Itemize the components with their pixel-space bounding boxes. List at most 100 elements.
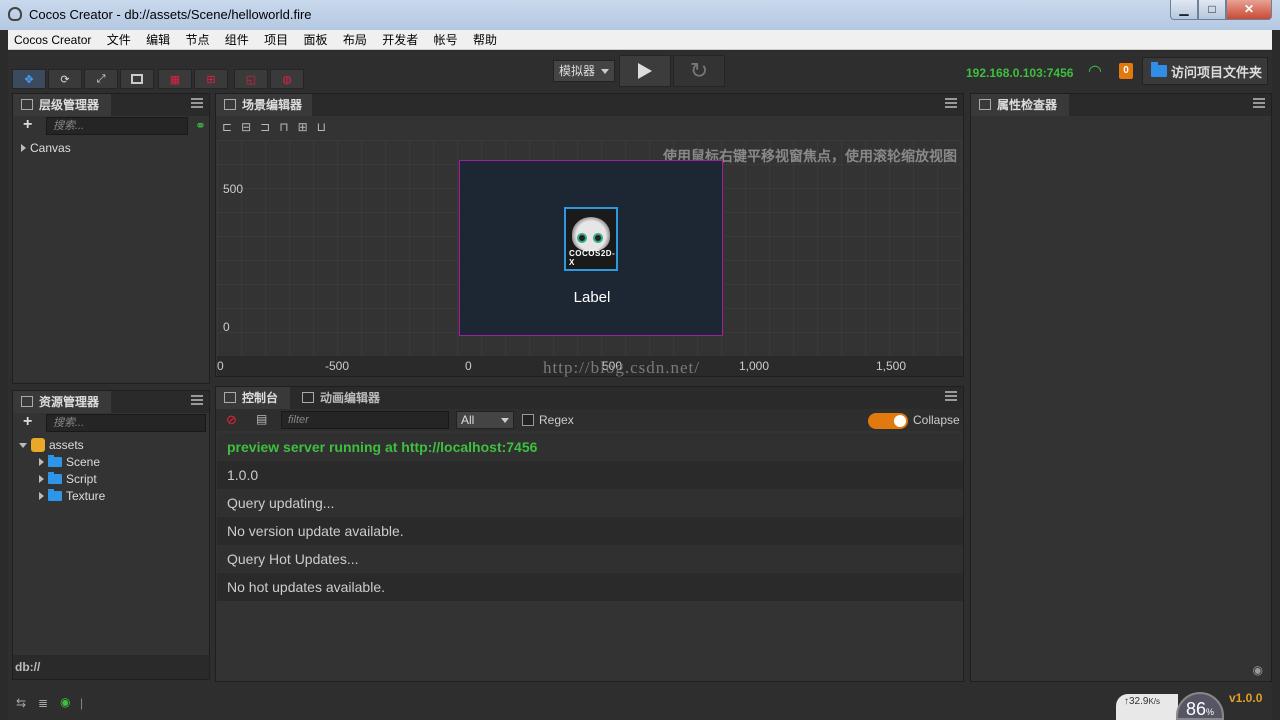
menu-layout[interactable]: 布局 — [337, 30, 373, 50]
chevron-down-icon — [601, 69, 609, 74]
move-tool-button[interactable]: ✥ — [12, 69, 46, 89]
space-tools: ◱ ◍ — [234, 69, 306, 89]
regex-label: Regex — [539, 413, 574, 427]
align-vcenter-icon[interactable]: ⊞ — [298, 120, 308, 134]
design-canvas[interactable]: COCOS2D-X Label — [459, 160, 723, 336]
x-tick-minus-500: -500 — [325, 359, 350, 373]
preview-play-button[interactable] — [619, 55, 671, 87]
database-icon[interactable]: ≣ — [38, 696, 48, 710]
global-space-button[interactable]: ◍ — [270, 69, 304, 89]
x-tick-0-left: 0 — [217, 359, 224, 373]
menu-edit[interactable]: 编辑 — [140, 30, 176, 50]
window-title: Cocos Creator - db://assets/Scene/hellow… — [29, 7, 312, 22]
align-right-icon[interactable]: ⊐ — [260, 120, 270, 134]
open-project-folder-button[interactable]: 访问项目文件夹 — [1142, 57, 1268, 85]
rect-tool-button[interactable] — [120, 69, 154, 89]
menu-cocos-creator[interactable]: Cocos Creator — [8, 30, 97, 50]
editor-main: ✥ ⟳ ⤢ ▦ ⊞ ◱ ◍ 模拟器 ↻ 192.168.0.103:7456 ◠… — [8, 51, 1272, 720]
upload-speed: 32.9 — [1129, 696, 1149, 707]
hierarchy-icon — [21, 99, 33, 110]
menu-component[interactable]: 组件 — [219, 30, 255, 50]
chevron-down-icon — [501, 418, 509, 423]
pivot-mode-button[interactable]: ▦ — [158, 69, 192, 89]
logo-text: COCOS2D-X — [569, 249, 616, 267]
log-level-select[interactable]: All — [456, 411, 514, 429]
menu-project[interactable]: 项目 — [258, 30, 294, 50]
platform-select[interactable]: 模拟器 — [553, 60, 615, 82]
regex-checkbox[interactable] — [522, 414, 534, 426]
tree-node-script[interactable]: Script — [39, 472, 97, 486]
x-tick-0: 0 — [465, 359, 472, 373]
panel-menu-icon[interactable] — [191, 98, 203, 108]
panel-menu-icon[interactable] — [945, 391, 957, 401]
collapse-icon[interactable] — [19, 442, 27, 448]
eye-icon[interactable]: ◉ — [1253, 663, 1263, 677]
watermark: http://blog.csdn.net/ — [543, 358, 700, 377]
refresh-button[interactable]: ↻ — [673, 55, 725, 87]
menu-file[interactable]: 文件 — [101, 30, 137, 50]
rotate-tool-button[interactable]: ⟳ — [48, 69, 82, 89]
console-filter-input[interactable]: filter — [281, 411, 449, 429]
hierarchy-search-input[interactable]: 搜索... — [46, 117, 188, 135]
panel-menu-icon[interactable] — [1253, 98, 1265, 108]
menu-node[interactable]: 节点 — [179, 30, 215, 50]
tree-node-canvas[interactable]: Canvas — [21, 141, 71, 155]
tree-node-label: Script — [66, 472, 97, 486]
console-line: No hot updates available. — [217, 573, 963, 601]
minimize-button[interactable]: ▁ — [1170, 0, 1198, 20]
pivot-icon: ▦ — [169, 73, 181, 86]
open-log-icon[interactable]: ▤ — [256, 412, 267, 426]
panel-menu-icon[interactable] — [945, 98, 957, 108]
expand-icon[interactable] — [39, 492, 44, 500]
menu-help[interactable]: 帮助 — [467, 30, 503, 50]
rotate-icon: ⟳ — [60, 73, 70, 86]
scale-tool-button[interactable]: ⤢ — [84, 69, 118, 89]
scene-viewport[interactable]: 使用鼠标右键平移视窗焦点，使用滚轮缩放视图 500 0 COCOS2D-X La… — [217, 140, 963, 356]
tab-animation[interactable]: 动画编辑器 — [294, 387, 394, 409]
align-hcenter-icon[interactable]: ⊟ — [241, 120, 251, 134]
tab-console[interactable]: 控制台 — [216, 387, 290, 409]
local-space-button[interactable]: ◱ — [234, 69, 268, 89]
scene-icon — [224, 99, 236, 110]
tree-node-scene[interactable]: Scene — [39, 455, 100, 469]
expand-icon[interactable] — [21, 144, 26, 152]
align-top-icon[interactable]: ⊓ — [279, 120, 288, 134]
add-node-button[interactable]: + — [23, 116, 32, 134]
tree-node-label: Scene — [66, 455, 101, 469]
global-icon: ◍ — [282, 73, 292, 86]
usage-percent: 86 — [1185, 699, 1206, 719]
expand-icon[interactable] — [39, 475, 44, 483]
transform-tools: ✥ ⟳ ⤢ — [12, 69, 156, 89]
menu-panel[interactable]: 面板 — [298, 30, 334, 50]
menu-account[interactable]: 帐号 — [428, 30, 464, 50]
logo-face — [572, 217, 610, 251]
divider: | — [80, 696, 84, 710]
panel-menu-icon[interactable] — [191, 395, 203, 405]
cocos-app-icon — [8, 7, 22, 21]
sync-icon[interactable]: ⇆ — [16, 696, 26, 710]
menu-developer[interactable]: 开发者 — [376, 30, 424, 50]
align-left-icon[interactable]: ⊏ — [222, 120, 232, 134]
clear-console-icon[interactable]: ⊘ — [226, 412, 237, 428]
tab-scene[interactable]: 场景编辑器 — [216, 94, 312, 116]
align-bottom-icon[interactable]: ⊔ — [317, 120, 326, 134]
cocos-logo-sprite[interactable]: COCOS2D-X — [564, 207, 618, 271]
add-asset-button[interactable]: + — [23, 413, 32, 431]
maximize-button[interactable]: □ — [1198, 0, 1226, 20]
eye-icon[interactable]: ◉ — [60, 695, 70, 709]
collapse-toggle[interactable] — [868, 413, 908, 429]
tree-node-assets[interactable]: assets — [19, 438, 84, 452]
tree-node-texture[interactable]: Texture — [39, 489, 105, 503]
center-mode-button[interactable]: ⊞ — [194, 69, 228, 89]
label-node[interactable]: Label — [460, 289, 724, 306]
tab-hierarchy[interactable]: 层级管理器 — [13, 94, 111, 116]
assets-search-input[interactable]: 搜索... — [46, 414, 206, 432]
folder-icon — [48, 455, 62, 467]
tab-inspector-label: 属性检查器 — [997, 98, 1058, 112]
tab-inspector[interactable]: 属性检查器 — [971, 94, 1069, 116]
close-button[interactable]: ✕ — [1226, 0, 1272, 20]
expand-icon[interactable] — [39, 458, 44, 466]
tab-assets[interactable]: 资源管理器 — [13, 391, 111, 413]
link-icon[interactable]: ⚭ — [195, 118, 206, 134]
notification-badge[interactable]: 0 — [1119, 63, 1133, 79]
